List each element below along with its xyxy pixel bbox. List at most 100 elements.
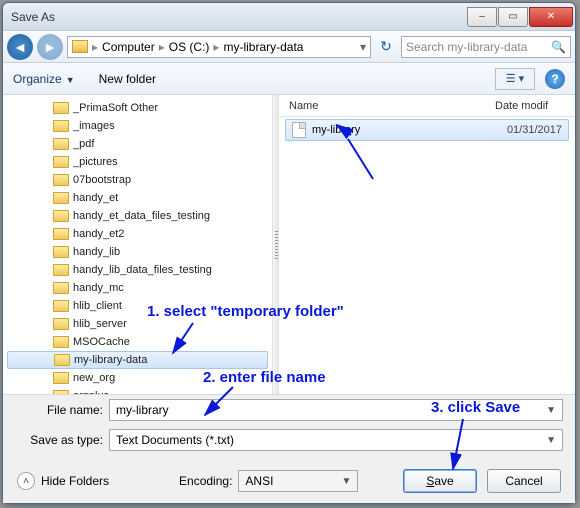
tree-folder-item[interactable]: _images bbox=[3, 117, 272, 135]
column-name[interactable]: Name bbox=[279, 100, 495, 112]
filename-label: File name: bbox=[15, 403, 103, 417]
hide-folders-button[interactable]: ˄ Hide Folders bbox=[17, 472, 109, 490]
file-name: my-library bbox=[312, 124, 507, 136]
tree-folder-item[interactable]: new_org bbox=[3, 369, 272, 387]
folder-icon bbox=[54, 354, 70, 366]
organize-menu[interactable]: Organize▼ bbox=[13, 72, 75, 86]
folder-icon bbox=[53, 300, 69, 312]
help-button[interactable]: ? bbox=[545, 69, 565, 89]
filename-input[interactable]: my-library ▼ bbox=[109, 399, 563, 421]
tree-item-label: handy_et_data_files_testing bbox=[73, 210, 210, 222]
saveastype-select[interactable]: Text Documents (*.txt) ▼ bbox=[109, 429, 563, 451]
text-file-icon bbox=[292, 122, 306, 138]
column-date[interactable]: Date modif bbox=[495, 100, 575, 112]
chevron-down-icon[interactable]: ▼ bbox=[546, 405, 556, 416]
file-row[interactable]: my-library 01/31/2017 bbox=[285, 119, 569, 141]
chevron-right-icon: ▸ bbox=[159, 40, 165, 54]
folder-icon bbox=[53, 120, 69, 132]
search-icon: 🔍 bbox=[551, 40, 566, 54]
tree-item-label: handy_lib_data_files_testing bbox=[73, 264, 212, 276]
folder-icon bbox=[53, 210, 69, 222]
close-button[interactable]: ✕ bbox=[529, 7, 573, 27]
forward-button[interactable]: ► bbox=[37, 34, 63, 60]
maximize-button[interactable]: ▭ bbox=[498, 7, 528, 27]
folder-icon bbox=[53, 156, 69, 168]
chevron-down-icon: ▼ bbox=[66, 75, 75, 85]
tree-folder-item[interactable]: hlib_client bbox=[3, 297, 272, 315]
chevron-up-icon: ˄ bbox=[17, 472, 35, 490]
refresh-button[interactable]: ↻ bbox=[375, 38, 397, 55]
tree-folder-item[interactable]: _pictures bbox=[3, 153, 272, 171]
tree-folder-item[interactable]: handy_et bbox=[3, 189, 272, 207]
address-bar[interactable]: ▸ Computer ▸ OS (C:) ▸ my-library-data ▾ bbox=[67, 36, 371, 58]
cancel-button[interactable]: Cancel bbox=[487, 469, 561, 493]
folder-icon bbox=[53, 228, 69, 240]
saveastype-label: Save as type: bbox=[15, 433, 103, 447]
address-dropdown-icon[interactable]: ▾ bbox=[360, 40, 366, 54]
tree-item-label: my-library-data bbox=[74, 354, 147, 366]
grip-icon bbox=[275, 231, 278, 259]
file-list[interactable]: my-library 01/31/2017 bbox=[279, 117, 575, 394]
file-date: 01/31/2017 bbox=[507, 124, 562, 136]
nav-bar: ◄ ► ▸ Computer ▸ OS (C:) ▸ my-library-da… bbox=[3, 31, 575, 63]
folder-icon bbox=[53, 192, 69, 204]
folder-icon bbox=[53, 336, 69, 348]
tree-folder-item[interactable]: hlib_server bbox=[3, 315, 272, 333]
tree-folder-item[interactable]: handy_et_data_files_testing bbox=[3, 207, 272, 225]
command-toolbar: Organize▼ New folder ☰ ▾ ? bbox=[3, 63, 575, 95]
tree-folder-item[interactable]: my-library-data bbox=[7, 351, 268, 369]
dialog-bottom: File name: my-library ▼ Save as type: Te… bbox=[3, 394, 575, 503]
folder-tree[interactable]: _PrimaSoft Other _images _pdf _pictures 07bo… bbox=[3, 95, 273, 394]
breadcrumb-item[interactable]: my-library-data bbox=[223, 40, 303, 54]
tree-item-label: handy_mc bbox=[73, 282, 124, 294]
tree-item-label: hlib_client bbox=[73, 300, 122, 312]
tree-item-label: 07bootstrap bbox=[73, 174, 131, 186]
tree-item-label: _PrimaSoft Other bbox=[73, 102, 158, 114]
tree-folder-item[interactable]: handy_lib bbox=[3, 243, 272, 261]
tree-folder-item[interactable]: _PrimaSoft Other bbox=[3, 99, 272, 117]
tree-folder-item[interactable]: orgplus bbox=[3, 387, 272, 394]
title-bar: Save As – ▭ ✕ bbox=[3, 3, 575, 31]
minimize-button[interactable]: – bbox=[467, 7, 497, 27]
tree-folder-item[interactable]: handy_et2 bbox=[3, 225, 272, 243]
chevron-down-icon: ▼ bbox=[546, 435, 556, 446]
folder-icon bbox=[53, 282, 69, 294]
save-button[interactable]: Save bbox=[403, 469, 477, 493]
tree-item-label: orgplus bbox=[73, 390, 109, 394]
tree-folder-item[interactable]: 07bootstrap bbox=[3, 171, 272, 189]
breadcrumb-item[interactable]: OS (C:) bbox=[169, 40, 210, 54]
encoding-label: Encoding: bbox=[179, 474, 232, 488]
tree-item-label: new_org bbox=[73, 372, 115, 384]
tree-item-label: _pdf bbox=[73, 138, 94, 150]
tree-item-label: handy_lib bbox=[73, 246, 120, 258]
encoding-select[interactable]: ANSI ▼ bbox=[238, 470, 358, 492]
folder-icon bbox=[53, 318, 69, 330]
tree-item-label: MSOCache bbox=[73, 336, 130, 348]
tree-item-label: _pictures bbox=[73, 156, 118, 168]
tree-item-label: handy_et2 bbox=[73, 228, 124, 240]
column-headers[interactable]: Name Date modif bbox=[279, 95, 575, 117]
tree-item-label: _images bbox=[73, 120, 115, 132]
search-input[interactable]: Search my-library-data 🔍 bbox=[401, 36, 571, 58]
new-folder-button[interactable]: New folder bbox=[99, 72, 156, 86]
tree-folder-item[interactable]: handy_mc bbox=[3, 279, 272, 297]
tree-folder-item[interactable]: handy_lib_data_files_testing bbox=[3, 261, 272, 279]
folder-icon bbox=[72, 40, 88, 53]
tree-item-label: handy_et bbox=[73, 192, 118, 204]
folder-icon bbox=[53, 390, 69, 394]
view-options-button[interactable]: ☰ ▾ bbox=[495, 68, 535, 90]
window-title: Save As bbox=[11, 10, 467, 24]
folder-icon bbox=[53, 102, 69, 114]
back-button[interactable]: ◄ bbox=[7, 34, 33, 60]
breadcrumb-item[interactable]: Computer bbox=[102, 40, 155, 54]
folder-icon bbox=[53, 264, 69, 276]
chevron-right-icon: ▸ bbox=[92, 40, 98, 54]
search-placeholder: Search my-library-data bbox=[406, 40, 527, 54]
chevron-down-icon: ▼ bbox=[342, 476, 352, 487]
chevron-right-icon: ▸ bbox=[213, 40, 219, 54]
folder-icon bbox=[53, 174, 69, 186]
tree-folder-item[interactable]: _pdf bbox=[3, 135, 272, 153]
folder-icon bbox=[53, 372, 69, 384]
tree-folder-item[interactable]: MSOCache bbox=[3, 333, 272, 351]
save-as-dialog: Save As – ▭ ✕ ◄ ► ▸ Computer ▸ OS (C:) ▸… bbox=[2, 2, 576, 504]
